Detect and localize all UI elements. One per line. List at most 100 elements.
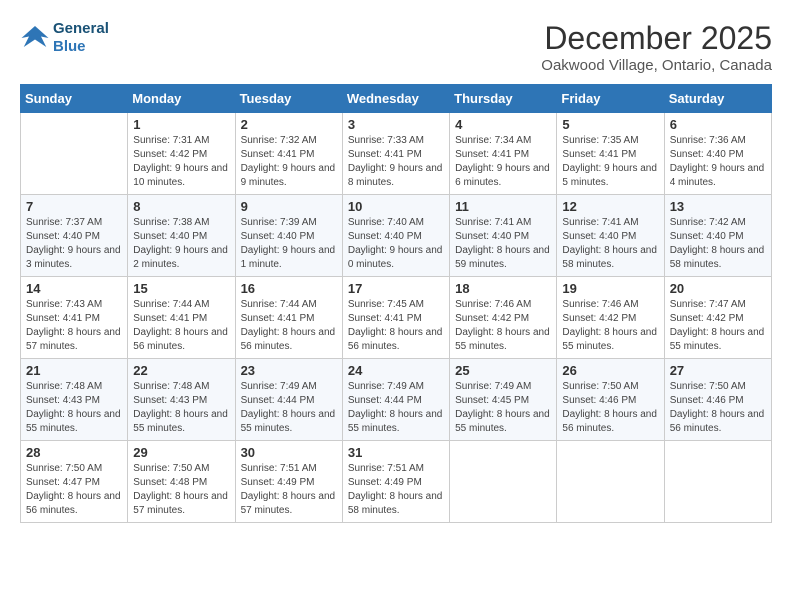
cell-info: Sunrise: 7:50 AMSunset: 4:48 PMDaylight:… — [133, 462, 229, 518]
cell-info: Sunrise: 7:46 AMSunset: 4:42 PMDaylight:… — [455, 298, 551, 354]
day-number: 30 — [241, 445, 337, 460]
calendar-cell: 3Sunrise: 7:33 AMSunset: 4:41 PMDaylight… — [342, 113, 449, 195]
calendar-cell — [557, 441, 664, 523]
calendar-cell: 21 Sunrise: 7:48 AMSunset: 4:43 PMDayligh… — [21, 359, 128, 441]
location-title: Oakwood Village, Ontario, Canada — [541, 57, 772, 74]
logo-line1: General — [53, 20, 109, 38]
month-title: December 2025 — [541, 20, 772, 57]
day-number: 6 — [670, 117, 766, 132]
weekday-header: Wednesday — [342, 85, 449, 113]
day-number: 19 — [562, 281, 658, 296]
calendar-cell: 12Sunrise: 7:41 AMSunset: 4:40 PMDayligh… — [557, 195, 664, 277]
calendar-cell — [664, 441, 771, 523]
cell-info: Sunrise: 7:36 AMSunset: 4:40 PMDaylight:… — [670, 134, 766, 190]
calendar-cell: 31 Sunrise: 7:51 AMSunset: 4:49 PMDayligh… — [342, 441, 449, 523]
weekday-header-row: SundayMondayTuesdayWednesdayThursdayFrid… — [21, 85, 772, 113]
day-number: 28 — [26, 445, 122, 460]
weekday-header: Sunday — [21, 85, 128, 113]
calendar-week-row: 7 Sunrise: 7:37 AMSunset: 4:40 PMDaylight… — [21, 195, 772, 277]
day-number: 25 — [455, 363, 551, 378]
day-number: 9 — [241, 199, 337, 214]
day-number: 3 — [348, 117, 444, 132]
day-number: 16 — [241, 281, 337, 296]
cell-info: Sunrise: 7:51 AMSunset: 4:49 PMDaylight:… — [241, 462, 337, 518]
day-number: 26 — [562, 363, 658, 378]
day-number: 4 — [455, 117, 551, 132]
cell-info: Sunrise: 7:34 AMSunset: 4:41 PMDaylight:… — [455, 134, 551, 190]
day-number: 8 — [133, 199, 229, 214]
cell-info: Sunrise: 7:43 AMSunset: 4:41 PMDaylight:… — [26, 298, 122, 354]
day-number: 24 — [348, 363, 444, 378]
cell-info: Sunrise: 7:50 AMSunset: 4:46 PMDaylight:… — [562, 380, 658, 436]
calendar-cell: 19 Sunrise: 7:46 AMSunset: 4:42 PMDayligh… — [557, 277, 664, 359]
cell-info: Sunrise: 7:37 AMSunset: 4:40 PMDaylight:… — [26, 216, 122, 272]
calendar-cell: 7 Sunrise: 7:37 AMSunset: 4:40 PMDaylight… — [21, 195, 128, 277]
calendar-cell: 13Sunrise: 7:42 AMSunset: 4:40 PMDayligh… — [664, 195, 771, 277]
calendar-cell: 2 Sunrise: 7:32 AMSunset: 4:41 PMDaylight… — [235, 113, 342, 195]
calendar-cell: 6 Sunrise: 7:36 AMSunset: 4:40 PMDaylight… — [664, 113, 771, 195]
cell-info: Sunrise: 7:51 AMSunset: 4:49 PMDaylight:… — [348, 462, 444, 518]
cell-info: Sunrise: 7:49 AMSunset: 4:44 PMDaylight:… — [241, 380, 337, 436]
calendar-cell: 15 Sunrise: 7:44 AMSunset: 4:41 PMDayligh… — [128, 277, 235, 359]
day-number: 21 — [26, 363, 122, 378]
calendar-week-row: 28Sunrise: 7:50 AMSunset: 4:47 PMDayligh… — [21, 441, 772, 523]
cell-info: Sunrise: 7:49 AMSunset: 4:45 PMDaylight:… — [455, 380, 551, 436]
calendar-cell: 4 Sunrise: 7:34 AMSunset: 4:41 PMDaylight… — [450, 113, 557, 195]
calendar-week-row: 14 Sunrise: 7:43 AMSunset: 4:41 PMDayligh… — [21, 277, 772, 359]
calendar-cell: 10Sunrise: 7:40 AMSunset: 4:40 PMDayligh… — [342, 195, 449, 277]
cell-info: Sunrise: 7:40 AMSunset: 4:40 PMDaylight:… — [348, 216, 444, 272]
calendar-cell: 18 Sunrise: 7:46 AMSunset: 4:42 PMDayligh… — [450, 277, 557, 359]
calendar-cell: 17Sunrise: 7:45 AMSunset: 4:41 PMDayligh… — [342, 277, 449, 359]
calendar-cell: 16 Sunrise: 7:44 AMSunset: 4:41 PMDayligh… — [235, 277, 342, 359]
day-number: 11 — [455, 199, 551, 214]
calendar-cell: 29 Sunrise: 7:50 AMSunset: 4:48 PMDayligh… — [128, 441, 235, 523]
calendar-cell: 30 Sunrise: 7:51 AMSunset: 4:49 PMDayligh… — [235, 441, 342, 523]
weekday-header: Monday — [128, 85, 235, 113]
day-number: 22 — [133, 363, 229, 378]
logo: General Blue — [20, 20, 109, 56]
page-header: General Blue December 2025 Oakwood Villa… — [20, 20, 772, 74]
weekday-header: Friday — [557, 85, 664, 113]
calendar-cell — [450, 441, 557, 523]
calendar-cell: 9 Sunrise: 7:39 AMSunset: 4:40 PMDaylight… — [235, 195, 342, 277]
calendar-cell: 27Sunrise: 7:50 AMSunset: 4:46 PMDayligh… — [664, 359, 771, 441]
day-number: 29 — [133, 445, 229, 460]
calendar-table: SundayMondayTuesdayWednesdayThursdayFrid… — [20, 84, 772, 523]
day-number: 7 — [26, 199, 122, 214]
calendar-cell: 5Sunrise: 7:35 AMSunset: 4:41 PMDaylight… — [557, 113, 664, 195]
day-number: 14 — [26, 281, 122, 296]
cell-info: Sunrise: 7:44 AMSunset: 4:41 PMDaylight:… — [241, 298, 337, 354]
day-number: 15 — [133, 281, 229, 296]
day-number: 20 — [670, 281, 766, 296]
weekday-header: Tuesday — [235, 85, 342, 113]
calendar-cell: 22 Sunrise: 7:48 AMSunset: 4:43 PMDayligh… — [128, 359, 235, 441]
cell-info: Sunrise: 7:50 AMSunset: 4:46 PMDaylight:… — [670, 380, 766, 436]
cell-info: Sunrise: 7:39 AMSunset: 4:40 PMDaylight:… — [241, 216, 337, 272]
cell-info: Sunrise: 7:48 AMSunset: 4:43 PMDaylight:… — [133, 380, 229, 436]
cell-info: Sunrise: 7:38 AMSunset: 4:40 PMDaylight:… — [133, 216, 229, 272]
calendar-week-row: 1 Sunrise: 7:31 AMSunset: 4:42 PMDaylight… — [21, 113, 772, 195]
calendar-cell: 11 Sunrise: 7:41 AMSunset: 4:40 PMDayligh… — [450, 195, 557, 277]
day-number: 1 — [133, 117, 229, 132]
day-number: 18 — [455, 281, 551, 296]
day-number: 31 — [348, 445, 444, 460]
cell-info: Sunrise: 7:32 AMSunset: 4:41 PMDaylight:… — [241, 134, 337, 190]
day-number: 2 — [241, 117, 337, 132]
logo-icon — [20, 24, 50, 52]
weekday-header: Saturday — [664, 85, 771, 113]
calendar-cell: 28Sunrise: 7:50 AMSunset: 4:47 PMDayligh… — [21, 441, 128, 523]
day-number: 5 — [562, 117, 658, 132]
calendar-cell: 24 Sunrise: 7:49 AMSunset: 4:44 PMDayligh… — [342, 359, 449, 441]
calendar-cell: 26 Sunrise: 7:50 AMSunset: 4:46 PMDayligh… — [557, 359, 664, 441]
cell-info: Sunrise: 7:41 AMSunset: 4:40 PMDaylight:… — [455, 216, 551, 272]
cell-info: Sunrise: 7:41 AMSunset: 4:40 PMDaylight:… — [562, 216, 658, 272]
weekday-header: Thursday — [450, 85, 557, 113]
cell-info: Sunrise: 7:46 AMSunset: 4:42 PMDaylight:… — [562, 298, 658, 354]
calendar-cell: 23Sunrise: 7:49 AMSunset: 4:44 PMDayligh… — [235, 359, 342, 441]
cell-info: Sunrise: 7:49 AMSunset: 4:44 PMDaylight:… — [348, 380, 444, 436]
cell-info: Sunrise: 7:47 AMSunset: 4:42 PMDaylight:… — [670, 298, 766, 354]
cell-info: Sunrise: 7:44 AMSunset: 4:41 PMDaylight:… — [133, 298, 229, 354]
cell-info: Sunrise: 7:48 AMSunset: 4:43 PMDaylight:… — [26, 380, 122, 436]
cell-info: Sunrise: 7:31 AMSunset: 4:42 PMDaylight:… — [133, 134, 229, 190]
logo-line2: Blue — [53, 38, 109, 56]
